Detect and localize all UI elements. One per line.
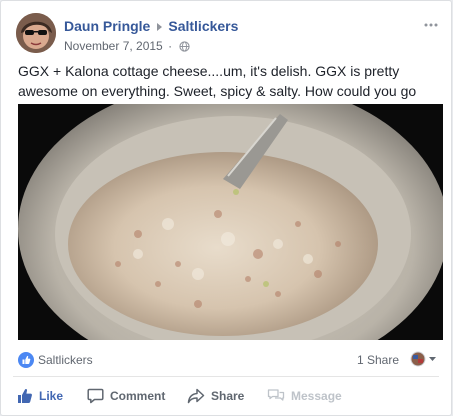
liked-by-label[interactable]: Saltlickers (38, 353, 93, 367)
author-link[interactable]: Daun Pringle (64, 18, 150, 34)
share-button[interactable]: Share (187, 379, 244, 413)
post-meta: November 7, 2015 · (64, 39, 191, 55)
avatar[interactable] (16, 13, 56, 53)
comment-label: Comment (110, 389, 166, 403)
post-card: Daun Pringle Saltlickers November 7, 2015… (0, 0, 452, 416)
more-dots-icon (424, 23, 438, 27)
post-actions: Like Comment Share Message (1, 379, 451, 413)
like-icon (18, 389, 32, 403)
actions-divider (13, 376, 439, 377)
message-icon (267, 389, 285, 401)
like-button[interactable]: Like (17, 379, 63, 413)
comment-icon (87, 388, 104, 404)
more-options-button[interactable] (421, 14, 441, 28)
post-date[interactable]: November 7, 2015 (64, 39, 163, 53)
globe-icon[interactable] (179, 41, 191, 55)
photo-cottage-cheese-bowl (18, 104, 443, 340)
arrow-right-icon (157, 22, 163, 31)
audience-selector[interactable] (410, 350, 436, 368)
message-label: Message (291, 389, 342, 403)
message-button[interactable]: Message (267, 379, 342, 413)
post-photo[interactable] (18, 104, 443, 340)
meta-separator: · (168, 39, 173, 53)
comment-button[interactable]: Comment (87, 379, 165, 413)
group-link[interactable]: Saltlickers (168, 18, 238, 34)
share-count[interactable]: 1 Share (357, 353, 399, 367)
share-icon (187, 388, 205, 404)
share-label: Share (211, 389, 245, 403)
post-summary: Saltlickers 1 Share (1, 344, 451, 374)
thumbs-up-icon (18, 352, 34, 368)
like-label: Like (39, 389, 64, 403)
post-author-line: Daun Pringle Saltlickers (64, 17, 238, 35)
